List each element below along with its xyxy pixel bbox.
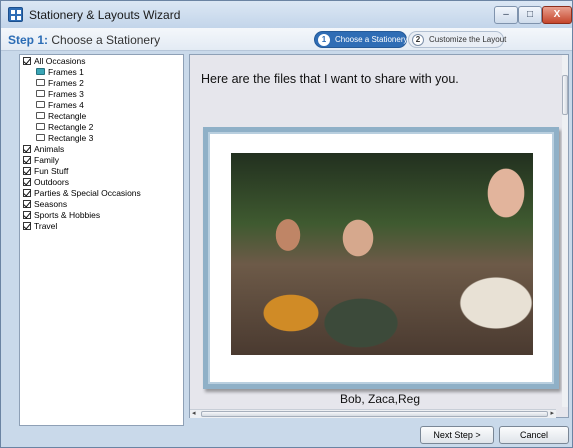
tree-category-travel[interactable]: Travel	[23, 221, 57, 232]
scroll-thumb[interactable]	[562, 75, 568, 115]
tree-label: Frames 2	[48, 78, 84, 88]
stationery-icon	[36, 79, 45, 86]
tree-label: Fun Stuff	[34, 166, 69, 176]
stationery-icon	[36, 112, 45, 119]
step-number: 1	[318, 34, 330, 46]
tree-category-family[interactable]: Family	[23, 155, 59, 166]
tree-label: All Occasions	[34, 56, 86, 66]
next-step-button[interactable]: Next Step >	[420, 426, 494, 444]
tree-item-rectangle-2[interactable]: Rectangle 2	[36, 122, 93, 133]
tree-label: Frames 1	[48, 67, 84, 77]
stationery-icon	[36, 123, 45, 130]
step-title: Step 1: Choose a Stationery	[8, 33, 160, 47]
tree-category-animals[interactable]: Animals	[23, 144, 64, 155]
wizard-window: Stationery & Layouts Wizard – □ X Step 1…	[0, 0, 573, 448]
tree-category-fun-stuff[interactable]: Fun Stuff	[23, 166, 68, 177]
step-label: Customize the Layout	[429, 35, 507, 44]
tree-category-all-occasions[interactable]: All Occasions	[23, 56, 86, 67]
minimize-button[interactable]: –	[494, 6, 518, 24]
cancel-button[interactable]: Cancel	[499, 426, 569, 444]
checkbox-icon[interactable]	[23, 222, 31, 230]
tree-category-sports-hobbies[interactable]: Sports & Hobbies	[23, 210, 100, 221]
step-bar: Step 1: Choose a Stationery 1 Choose a S…	[1, 28, 572, 51]
stationery-preview: Here are the files that I want to share …	[189, 54, 569, 418]
tree-label: Frames 4	[48, 100, 84, 110]
step-prefix: Step 1:	[8, 33, 49, 47]
tree-item-frames-3[interactable]: Frames 3	[36, 89, 84, 100]
tree-label: Frames 3	[48, 89, 84, 99]
stationery-icon	[36, 101, 45, 108]
tree-label: Rectangle	[48, 111, 87, 121]
maximize-button[interactable]: □	[518, 6, 542, 24]
tree-label: Sports & Hobbies	[34, 210, 101, 220]
checkbox-icon[interactable]	[23, 167, 31, 175]
tree-item-frames-1[interactable]: Frames 1	[36, 67, 84, 78]
step-label: Choose a Stationery	[335, 35, 408, 44]
vertical-scrollbar[interactable]	[562, 55, 568, 407]
title-bar: Stationery & Layouts Wizard – □ X	[1, 1, 572, 28]
window-title: Stationery & Layouts Wizard	[29, 8, 181, 22]
scroll-left-icon[interactable]: ◂	[192, 409, 196, 417]
tree-label: Animals	[34, 144, 65, 154]
checkbox-icon[interactable]	[23, 57, 31, 65]
tree-label: Seasons	[34, 199, 68, 209]
step-pill-customize-layout[interactable]: 2 Customize the Layout	[408, 31, 507, 48]
close-button[interactable]: X	[542, 6, 572, 24]
photo-frame	[203, 127, 559, 389]
stationery-icon	[36, 134, 45, 141]
tree-label: Rectangle 3	[48, 133, 94, 143]
tree-item-rectangle-3[interactable]: Rectangle 3	[36, 133, 93, 144]
checkbox-icon[interactable]	[23, 211, 31, 219]
tree-category-parties[interactable]: Parties & Special Occasions	[23, 188, 141, 199]
footer: Next Step > Cancel	[1, 422, 572, 447]
stationery-icon	[36, 68, 45, 75]
tree-category-outdoors[interactable]: Outdoors	[23, 177, 69, 188]
tree-item-frames-4[interactable]: Frames 4	[36, 100, 84, 111]
tree-category-seasons[interactable]: Seasons	[23, 199, 67, 210]
tree-label: Outdoors	[34, 177, 69, 187]
tree-label: Rectangle 2	[48, 122, 94, 132]
preview-photo	[231, 153, 533, 355]
step-pill-choose-stationery[interactable]: 1 Choose a Stationery	[314, 31, 408, 48]
scroll-thumb[interactable]	[201, 411, 548, 417]
checkbox-icon[interactable]	[23, 189, 31, 197]
checkbox-icon[interactable]	[23, 145, 31, 153]
checkbox-icon[interactable]	[23, 178, 31, 186]
tree-item-rectangle[interactable]: Rectangle	[36, 111, 86, 122]
step-name: Choose a Stationery	[48, 33, 161, 47]
app-icon	[8, 7, 23, 22]
scroll-right-icon[interactable]: ▸	[550, 409, 554, 417]
tree-label: Travel	[34, 221, 58, 231]
stationery-tree: All Occasions Frames 1 Frames 2 Frames 3…	[19, 54, 184, 426]
stationery-icon	[36, 90, 45, 97]
tree-item-frames-2[interactable]: Frames 2	[36, 78, 84, 89]
preview-message: Here are the files that I want to share …	[201, 72, 459, 86]
tree-label: Parties & Special Occasions	[34, 188, 141, 198]
photo-caption: Bob, Zaca,Reg	[339, 392, 421, 406]
checkbox-icon[interactable]	[23, 200, 31, 208]
tree-label: Family	[34, 155, 60, 165]
horizontal-scrollbar[interactable]: ◂ ▸	[190, 409, 556, 418]
checkbox-icon[interactable]	[23, 156, 31, 164]
step-number: 2	[412, 34, 424, 46]
